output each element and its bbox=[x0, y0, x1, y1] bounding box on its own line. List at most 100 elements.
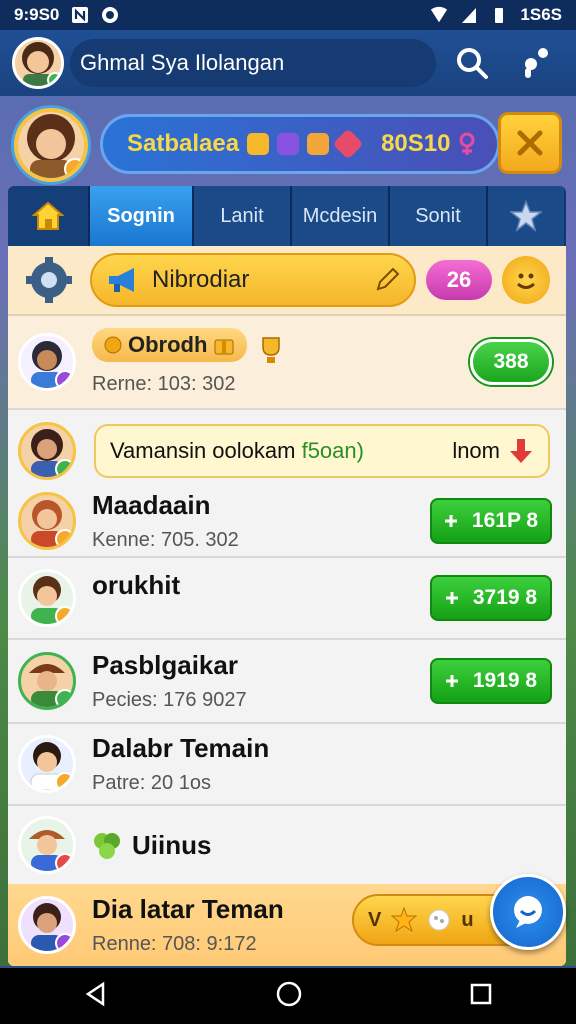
wifi-icon bbox=[430, 6, 448, 24]
profile-score: 80S10 bbox=[381, 130, 451, 157]
action-button[interactable]: 1919 8 bbox=[430, 658, 552, 704]
list-item[interactable]: Vamansin oolokam f5oan) lnom bbox=[8, 410, 566, 494]
score-bubble[interactable]: 388 bbox=[470, 339, 552, 385]
close-icon bbox=[517, 130, 543, 156]
plus-icon bbox=[444, 515, 457, 527]
friend-info: orukhit bbox=[92, 570, 430, 601]
friend-avatar[interactable] bbox=[18, 896, 76, 954]
action-button[interactable]: 3719 8 bbox=[430, 575, 552, 621]
list-item[interactable]: Pasblgaikar Pecies: 176 9027 1919 8 bbox=[8, 640, 566, 724]
status-badge-icon bbox=[55, 370, 73, 388]
tab-sonit[interactable]: Sonit bbox=[390, 186, 488, 246]
home-icon bbox=[31, 201, 65, 230]
search-text: Nibrodiar bbox=[152, 266, 250, 293]
share-button[interactable] bbox=[508, 35, 564, 91]
gender-icon bbox=[459, 132, 475, 155]
search-icon bbox=[457, 48, 488, 79]
message-text: Vamansin oolokam f5oan) bbox=[110, 438, 364, 464]
friend-avatar[interactable] bbox=[18, 422, 76, 480]
battery-icon bbox=[490, 6, 508, 24]
status-badge-icon bbox=[55, 459, 73, 477]
friend-subtitle: Pecies: 176 9027 bbox=[92, 689, 247, 711]
egg-icon bbox=[428, 909, 450, 931]
status-badge-icon bbox=[55, 689, 73, 707]
recents-button[interactable] bbox=[469, 982, 493, 1011]
profile-name: Satbalaea bbox=[127, 130, 240, 157]
coin-icon bbox=[104, 336, 122, 354]
friend-count-badge: 26 bbox=[426, 260, 492, 300]
notification-circle-icon bbox=[101, 6, 119, 24]
friend-name: Dalabr Temain bbox=[92, 733, 270, 763]
tab-sognin[interactable]: Sognin bbox=[90, 186, 194, 246]
friend-avatar[interactable] bbox=[18, 735, 76, 793]
tab-favorites[interactable] bbox=[488, 186, 564, 246]
friend-name: Obrodh bbox=[128, 332, 208, 358]
friend-avatar[interactable] bbox=[18, 492, 76, 550]
friend-subtitle: Patre: 20 1os bbox=[92, 772, 211, 794]
app-header: Ghmal Sya Ilolangan bbox=[0, 30, 576, 96]
friend-info: Obrodh Rerne: 103: 302 bbox=[92, 328, 470, 396]
purple-gem-icon bbox=[277, 133, 300, 155]
profile-info-pill[interactable]: Satbalaea 80S10 bbox=[100, 114, 500, 174]
friend-info: Pasblgaikar Pecies: 176 9027 bbox=[92, 650, 430, 712]
status-battery-text: 1S6S bbox=[520, 5, 562, 24]
friend-name: Uiinus bbox=[132, 829, 212, 860]
chest-icon bbox=[307, 133, 330, 155]
tab-label: Sonit bbox=[415, 204, 461, 227]
diamond-icon bbox=[332, 128, 364, 160]
action-value: 161P 8 bbox=[471, 509, 539, 532]
search-button[interactable] bbox=[444, 35, 500, 91]
reward-prefix: V bbox=[368, 908, 382, 931]
settings-button[interactable] bbox=[18, 252, 80, 308]
friend-avatar[interactable] bbox=[18, 569, 76, 627]
home-nav-button[interactable] bbox=[275, 980, 303, 1013]
list-item[interactable]: orukhit 3719 8 bbox=[8, 558, 566, 640]
notification-n-icon bbox=[71, 6, 89, 24]
tab-mcdesin[interactable]: Mcdesin bbox=[292, 186, 390, 246]
back-button[interactable] bbox=[83, 981, 109, 1012]
back-triangle-icon bbox=[85, 981, 105, 1006]
status-time: 9:9S0 bbox=[14, 5, 60, 24]
list-item-highlighted[interactable]: Dia latar Teman Renne: 708: 9:172 V u bbox=[8, 884, 566, 966]
list-item[interactable]: Uiinus bbox=[8, 806, 566, 884]
tab-label: Lanit bbox=[220, 204, 264, 227]
chat-fab-button[interactable] bbox=[490, 874, 566, 950]
profile-avatar[interactable] bbox=[14, 108, 88, 182]
emoji-button[interactable] bbox=[502, 256, 550, 304]
status-bar: 9:9S0 1S6S bbox=[0, 0, 576, 30]
action-button[interactable]: 161P 8 bbox=[430, 498, 552, 544]
action-value: 3719 8 bbox=[472, 586, 538, 609]
message-trailing: lnom bbox=[452, 437, 534, 465]
header-title: Ghmal Sya Ilolangan bbox=[80, 50, 285, 75]
list-item[interactable]: Maadaain Kenne: 705. 302 161P 8 bbox=[8, 486, 566, 558]
message-trailing-text: lnom bbox=[452, 438, 500, 463]
reward-suffix: u bbox=[461, 908, 474, 931]
arrow-down-icon bbox=[510, 439, 532, 463]
list-item[interactable]: Obrodh Rerne: 103: 302 388 bbox=[8, 316, 566, 410]
clover-icon bbox=[94, 833, 120, 859]
friend-info: Maadaain Kenne: 705. 302 bbox=[92, 490, 430, 552]
user-avatar[interactable] bbox=[12, 37, 64, 89]
emoji-gem-icon bbox=[247, 133, 270, 155]
score-value: 388 bbox=[493, 350, 529, 373]
share-icon bbox=[525, 48, 548, 78]
friend-subtitle: Kenne: 705. 302 bbox=[92, 529, 239, 551]
pencil-icon bbox=[376, 267, 400, 291]
tab-home[interactable] bbox=[8, 186, 90, 246]
search-row: Nibrodiar 26 bbox=[8, 246, 566, 316]
list-item[interactable]: Dalabr Temain Patre: 20 1os bbox=[8, 724, 566, 806]
edit-badge-icon bbox=[64, 158, 84, 178]
close-button[interactable] bbox=[498, 112, 562, 174]
friend-name: Maadaain bbox=[92, 490, 211, 520]
header-title-pill[interactable]: Ghmal Sya Ilolangan bbox=[70, 39, 436, 87]
system-nav-bar bbox=[0, 968, 576, 1024]
tab-label: Mcdesin bbox=[302, 204, 378, 227]
tab-lanit[interactable]: Lanit bbox=[194, 186, 292, 246]
star-icon bbox=[510, 200, 542, 232]
friend-avatar[interactable] bbox=[18, 333, 76, 391]
search-input[interactable]: Nibrodiar bbox=[90, 253, 416, 307]
status-badge-icon bbox=[55, 529, 73, 547]
friend-avatar[interactable] bbox=[18, 816, 76, 874]
message-preview[interactable]: Vamansin oolokam f5oan) lnom bbox=[94, 424, 550, 478]
friend-avatar[interactable] bbox=[18, 652, 76, 710]
